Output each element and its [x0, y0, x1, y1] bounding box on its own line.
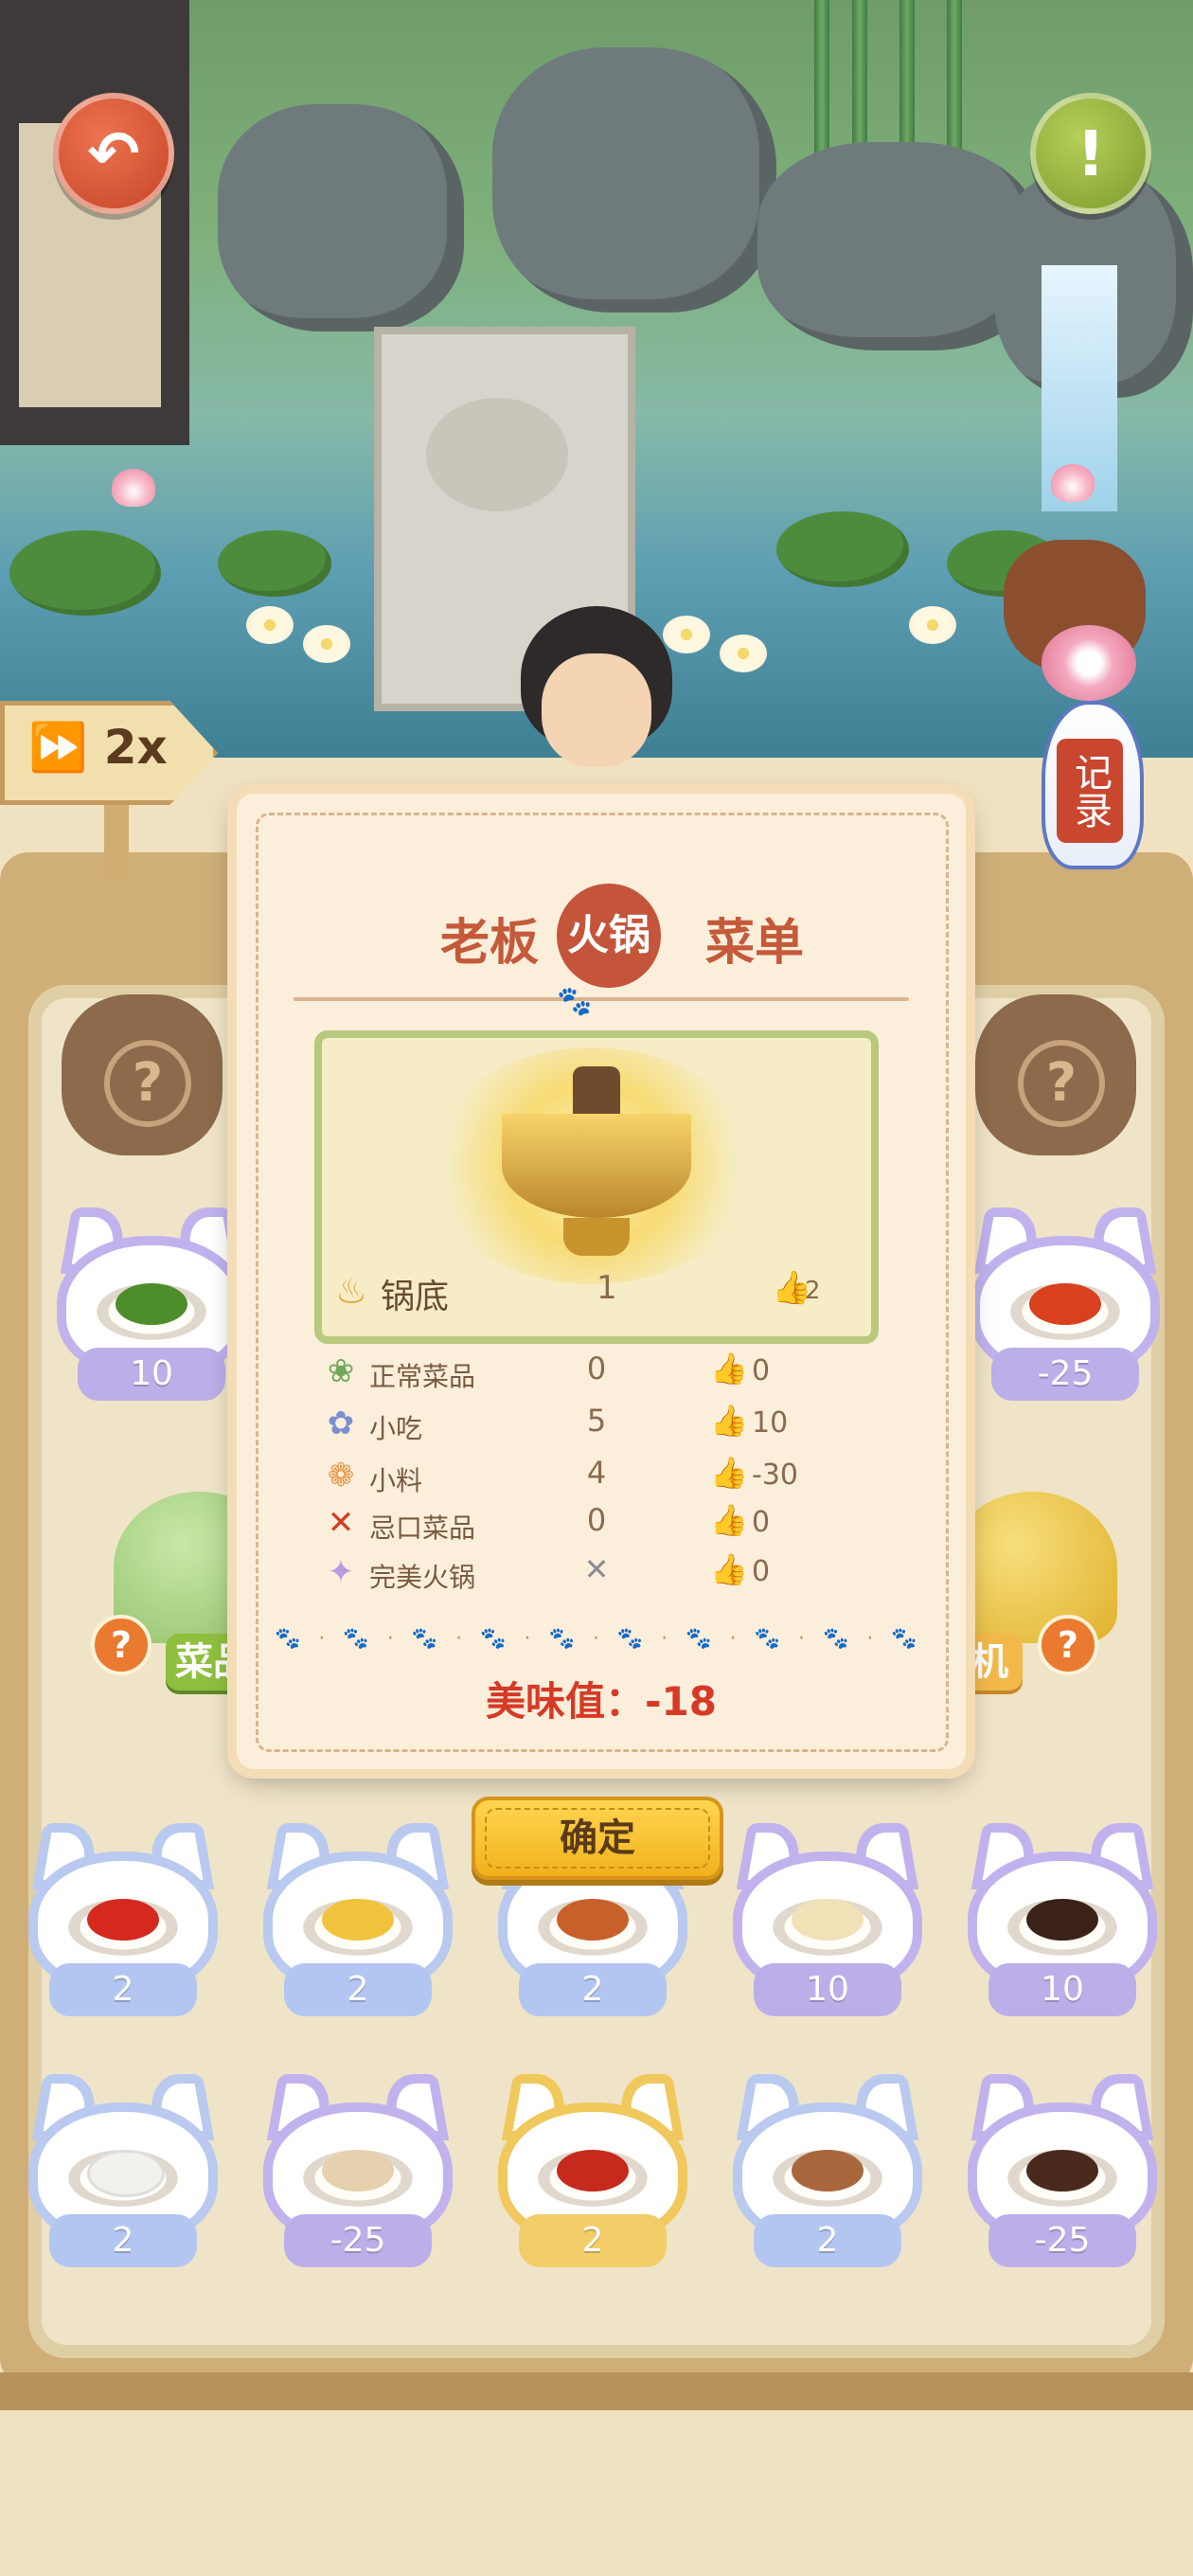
dish-value: 10 — [754, 1963, 901, 2016]
thumbs-up-icon: 👍 — [710, 1403, 748, 1439]
snack-icon: ✿ — [327, 1404, 355, 1442]
white-flower — [303, 625, 350, 663]
dish-slot-potato[interactable]: 2 — [263, 1823, 453, 2016]
help-icon[interactable]: ? — [91, 1615, 151, 1675]
thumbs-up-icon: 👍 — [710, 1351, 748, 1386]
thumbs-up-icon: 👍 — [710, 1455, 748, 1491]
dish-value: -25 — [284, 2214, 432, 2267]
potato-slices-icon — [322, 1899, 394, 1941]
menu-dialog: 老板 火锅 菜单 🐾 ♨ 锅底 1 👍 2 ❀ 正常菜品 0 👍 0 ✿ 小吃 … — [237, 794, 966, 1769]
rice-noodles-icon — [792, 1899, 864, 1941]
customer[interactable] — [521, 606, 672, 796]
back-button[interactable]: ↶ — [53, 93, 174, 214]
lotus-flower — [112, 469, 155, 507]
hotpot-stand — [563, 1218, 630, 1256]
paw-divider: 🐾 · 🐾 · 🐾 · 🐾 · 🐾 · 🐾 · 🐾 · 🐾 · 🐾 · 🐾 · … — [275, 1627, 928, 1651]
confirm-button[interactable]: 确定 — [472, 1797, 723, 1880]
title-center: 火锅 — [557, 884, 661, 988]
dish-value: 2 — [284, 1963, 432, 2016]
dish-value: 2 — [754, 2214, 901, 2267]
dish-slot-left[interactable]: 10 — [57, 1208, 246, 1401]
hotpot-base-card: ♨ 锅底 1 👍 2 — [314, 1030, 879, 1344]
seasoning-icon: ❁ — [327, 1457, 355, 1494]
spicy-hotpot-icon — [557, 2150, 629, 2191]
record-label[interactable]: 记录 — [1057, 739, 1123, 843]
help-icon[interactable]: ? — [1038, 1615, 1098, 1675]
vegetable-icon: ❀ — [327, 1352, 355, 1390]
fast-forward-icon: ⏩ — [28, 720, 88, 775]
lily-pad — [218, 530, 331, 597]
dish-slot-tomatoes[interactable]: 2 — [28, 1823, 218, 2016]
lily-pad — [776, 511, 909, 587]
dish-slot-fish-balls[interactable]: 2 — [28, 2074, 218, 2267]
dish-slot-mushroom[interactable]: 2 — [733, 2074, 922, 2267]
vase-flowers — [1042, 625, 1136, 701]
white-flower — [246, 606, 294, 644]
tofu-icon — [322, 2150, 394, 2191]
dark-sauce-icon — [1026, 1899, 1098, 1941]
dish-value: 2 — [519, 2214, 667, 2267]
bell-label-right[interactable]: 机 — [956, 1634, 1023, 1690]
lotus-flower — [1051, 464, 1095, 502]
dish-value: -25 — [991, 1348, 1139, 1401]
mystery-slot-left[interactable]: ? — [62, 994, 223, 1155]
dish-slot-right[interactable]: -25 — [970, 1208, 1160, 1401]
dish-slot-noodles[interactable]: 10 — [733, 1823, 922, 2016]
hotpot-icon — [502, 1114, 691, 1218]
thumbs-up-icon: 👍 — [710, 1551, 748, 1587]
row-normal-dishes: ❀ 正常菜品 0 👍 0 — [322, 1351, 909, 1398]
title-left: 老板 — [440, 915, 540, 972]
gate-ornament — [426, 398, 568, 511]
lily-pad — [9, 530, 161, 616]
title-right: 菜单 — [705, 915, 805, 972]
row-perfect-hotpot: ✦ 完美火锅 ✕ 👍 0 — [322, 1551, 909, 1599]
green-vegetable-icon — [116, 1283, 187, 1325]
mushroom-dish-icon — [792, 2150, 864, 2191]
taboo-cross-icon: ✕ — [327, 1504, 355, 1542]
speed-label: ⏩ 2x — [28, 720, 168, 775]
base-score: 2 — [805, 1277, 821, 1305]
rock — [218, 104, 464, 331]
table-edge — [0, 2372, 1193, 2410]
tomatoes-icon — [87, 1899, 159, 1941]
pot-base-icon: ♨ — [335, 1270, 368, 1312]
speed-sign[interactable]: ⏩ 2x — [0, 701, 256, 881]
dish-value: 2 — [519, 1963, 667, 2016]
dish-slot-spicy-hotpot[interactable]: 2 — [498, 2074, 687, 2267]
dish-value: 10 — [78, 1348, 225, 1401]
question-icon: ? — [1018, 1040, 1105, 1127]
white-flower — [909, 606, 956, 644]
soy-sauce-icon — [1026, 2150, 1098, 2191]
dish-value: 2 — [49, 1963, 197, 2016]
dish-slot-tofu[interactable]: -25 — [263, 2074, 453, 2267]
fish-balls-icon — [87, 2150, 165, 2197]
base-label: 锅底 — [381, 1278, 450, 1316]
customer-face — [542, 653, 651, 767]
dish-value: 2 — [49, 2214, 197, 2267]
dish-value: -25 — [988, 2214, 1136, 2267]
row-seasonings: ❁ 小料 4 👍 -30 — [322, 1455, 909, 1502]
dish-slot-soy-sauce[interactable]: -25 — [968, 2074, 1157, 2267]
thumbs-up-icon: 👍 — [710, 1502, 748, 1538]
row-snacks: ✿ 小吃 5 👍 10 — [322, 1403, 909, 1450]
question-icon: ? — [104, 1040, 191, 1127]
white-flower — [720, 635, 767, 672]
taste-score: 美味值：-18 — [486, 1678, 717, 1725]
undo-arrow-icon: ↶ — [87, 116, 140, 190]
rock — [492, 47, 776, 313]
dish-value: 10 — [988, 1963, 1136, 2016]
mystery-slot-right[interactable]: ? — [975, 994, 1136, 1155]
info-button[interactable]: ! — [1030, 93, 1151, 214]
base-count: 1 — [596, 1269, 617, 1307]
menu-title: 老板 火锅 菜单 — [237, 884, 966, 988]
grilled-meat-icon — [557, 1899, 629, 1941]
perfect-hotpot-icon: ✦ — [327, 1553, 355, 1591]
bell-right[interactable] — [947, 1492, 1117, 1643]
chili-sauce-icon — [1029, 1283, 1101, 1325]
dish-slot-dark-sauce[interactable]: 10 — [968, 1823, 1157, 2016]
title-divider — [294, 997, 909, 1001]
row-taboo-dishes: ✕ 忌口菜品 0 👍 0 — [322, 1502, 909, 1549]
paw-icon: 🐾 — [557, 985, 593, 1018]
exclamation-icon: ! — [1076, 116, 1106, 190]
